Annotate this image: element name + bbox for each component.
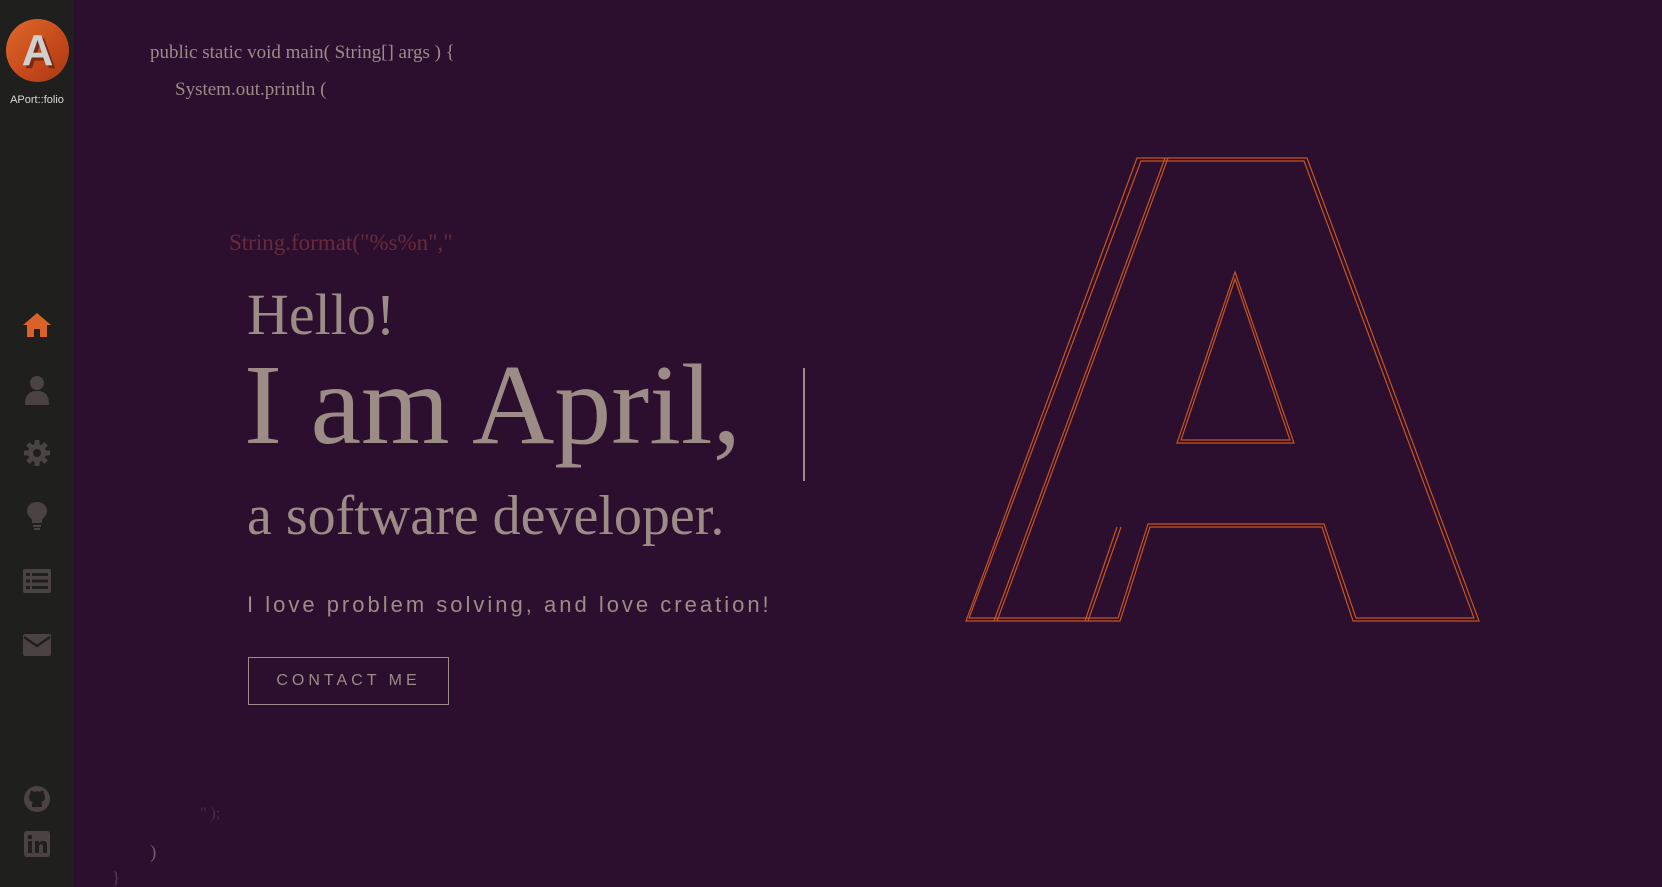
code-line-println: System.out.println ( (175, 79, 327, 100)
hero-tagline: I love problem solving, and love creatio… (247, 592, 772, 617)
code-line-main: public static void main( String[] args )… (150, 42, 455, 63)
contact-me-button[interactable]: CONTACT ME (248, 657, 449, 705)
code-line-close-brace: } (112, 868, 121, 887)
hero-role: a software developer. (247, 485, 725, 547)
code-line-close-paren: ) (150, 842, 157, 863)
hero-intro: I am April, (244, 341, 742, 468)
code-line-format: String.format("%s%n"," (229, 230, 453, 255)
typing-cursor (803, 368, 805, 481)
hero-greeting: Hello! (247, 282, 396, 347)
code-line-close-string: " ); (200, 805, 221, 822)
